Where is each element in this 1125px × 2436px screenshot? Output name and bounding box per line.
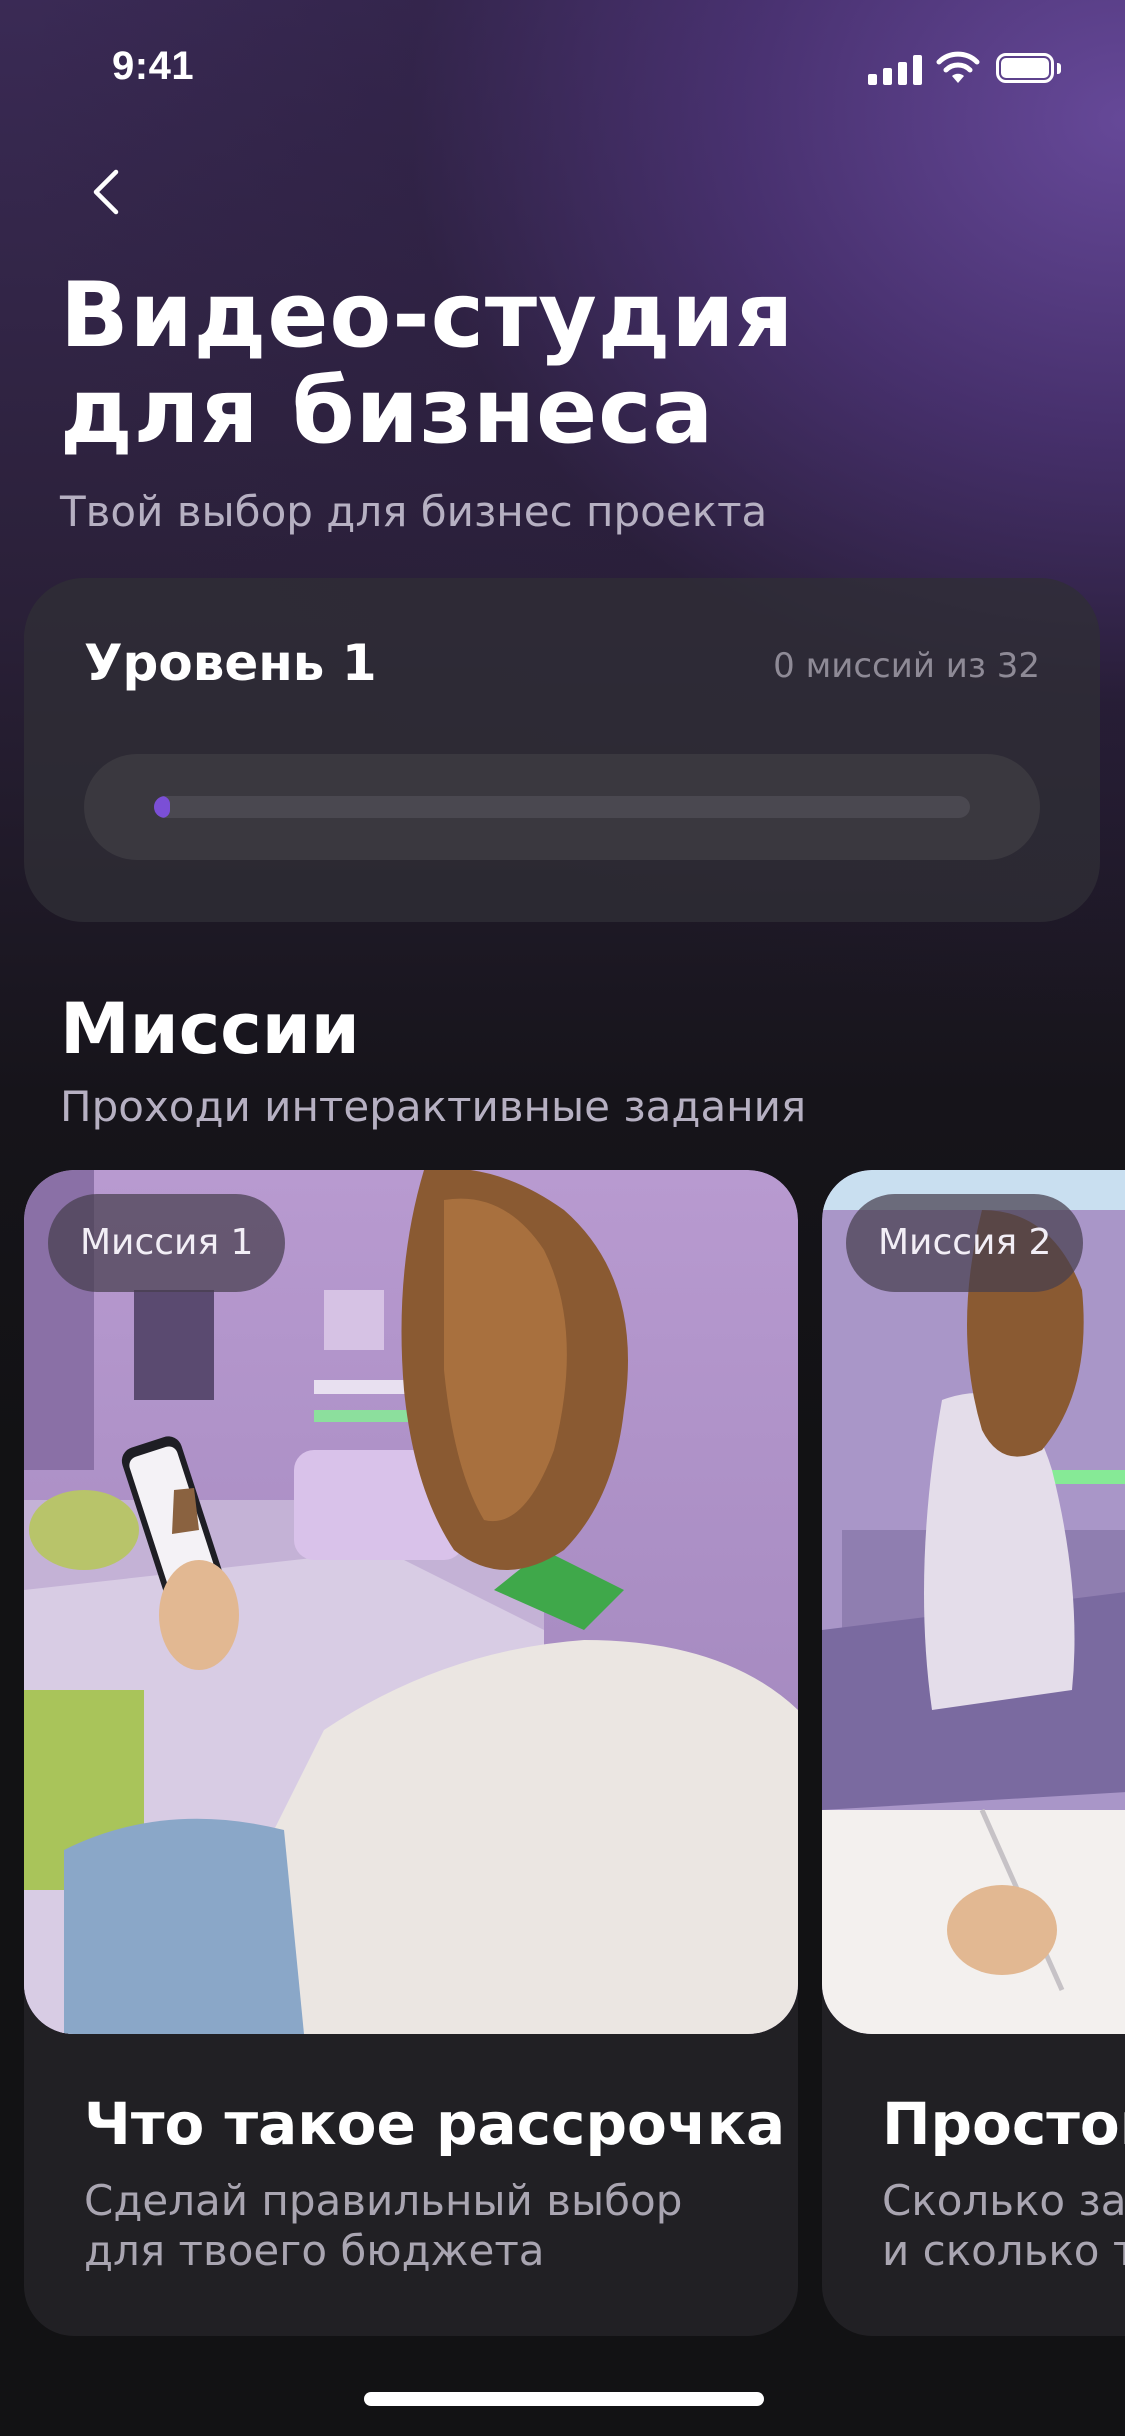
missions-count: 0 миссий из 32: [773, 646, 1040, 686]
mission-card-1[interactable]: Миссия 1 Что такое рассрочка Сделай прав…: [24, 1170, 798, 2336]
progress-bar-track: [154, 796, 970, 818]
battery-icon: [996, 53, 1062, 85]
home-indicator[interactable]: [364, 2392, 764, 2406]
page-subtitle: Твой выбор для бизнес проекта: [60, 487, 768, 536]
missions-carousel[interactable]: Миссия 1 Что такое рассрочка Сделай прав…: [0, 1170, 1125, 2336]
level-progress-card[interactable]: Уровень 1 0 миссий из 32: [24, 578, 1100, 922]
mission-photo-girl-with-phone: [24, 1170, 798, 2034]
progress-bar-fill: [154, 796, 170, 818]
missions-subheading: Проходи интерактивные задания: [60, 1082, 807, 1131]
cellular-signal-icon: [868, 55, 922, 85]
mission-title-2: Простой: [882, 2090, 1125, 2158]
back-chevron-left-icon[interactable]: [72, 152, 142, 232]
mission-image-1: Миссия 1: [24, 1170, 798, 2034]
page-title-line-1: Видео-студия: [60, 263, 795, 368]
mission-title-1: Что такое рассрочка: [84, 2090, 786, 2158]
progress-bar-container: [84, 754, 1040, 860]
mission-image-2: Миссия 2: [822, 1170, 1125, 2034]
wifi-icon: [936, 51, 980, 83]
mission-badge-2: Миссия 2: [846, 1194, 1084, 1292]
mission-badge-1: Миссия 1: [48, 1194, 286, 1292]
mission-card-2[interactable]: Миссия 2 Простой Сколько за и сколько т: [822, 1170, 1125, 2336]
status-time: 9:41: [112, 44, 195, 88]
level-title: Уровень 1: [84, 634, 377, 692]
mission-photo-girl-writing: [822, 1170, 1125, 2034]
status-bar: 9:41: [0, 0, 1125, 140]
missions-heading: Миссии: [60, 988, 360, 1070]
page-title: Видео-студия для бизнеса: [60, 268, 1060, 460]
page-title-line-2: для бизнеса: [60, 359, 715, 464]
mission-description-1: Сделай правильный выбор для твоего бюдже…: [84, 2176, 683, 2275]
mission-description-2: Сколько за и сколько т: [882, 2176, 1125, 2275]
